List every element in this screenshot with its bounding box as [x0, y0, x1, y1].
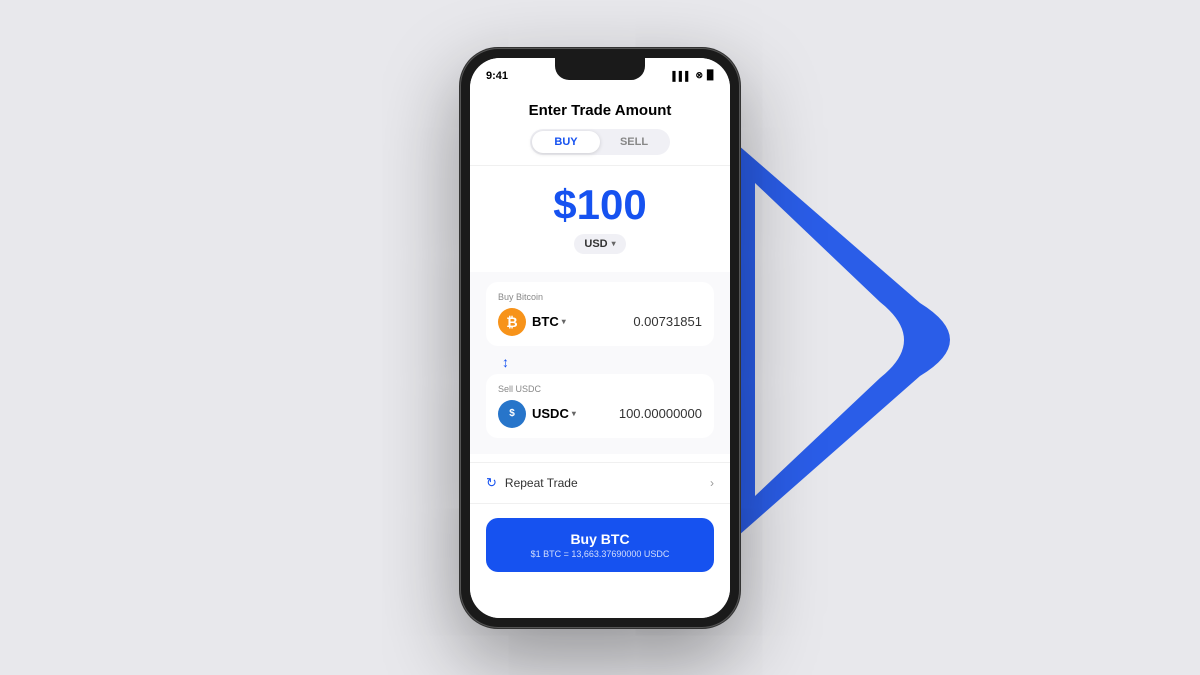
swap-icon[interactable]: ↕ — [502, 354, 509, 370]
btc-chevron-icon: ▾ — [562, 317, 566, 326]
buy-button-label: Buy BTC — [499, 531, 701, 547]
repeat-chevron-icon: › — [710, 476, 714, 490]
buy-pair-row: ₿ BTC ▾ 0.00731851 — [498, 308, 702, 336]
page-title: Enter Trade Amount — [486, 102, 714, 119]
repeat-icon: ↻ — [486, 475, 497, 491]
screen-content: Enter Trade Amount BUY SELL $100 USD ▾ — [470, 88, 730, 618]
amount-section: $100 USD ▾ — [470, 166, 730, 264]
btc-symbol: BTC — [532, 314, 559, 329]
usdc-name-row[interactable]: USDC ▾ — [532, 406, 576, 421]
btc-name-row[interactable]: BTC ▾ — [532, 314, 566, 329]
status-time: 9:41 — [486, 70, 508, 82]
wifi-icon: ⊗ — [696, 70, 704, 81]
buy-button-section: Buy BTC $1 BTC = 13,663.37690000 USDC — [470, 504, 730, 588]
btc-icon: ₿ — [498, 308, 526, 336]
buy-pair-card: Buy Bitcoin ₿ BTC ▾ 0.00731851 — [486, 282, 714, 346]
btc-amount: 0.00731851 — [633, 314, 702, 329]
phone-wrapper: 9:41 ▌▌▌ ⊗ ▉ Enter Trade Amount BUY SELL — [460, 48, 740, 628]
buy-button-rate: $1 BTC = 13,663.37690000 USDC — [499, 549, 701, 559]
buy-pair-left: ₿ BTC ▾ — [498, 308, 566, 336]
buy-sell-toggle: BUY SELL — [530, 129, 670, 155]
trade-amount: $100 — [486, 184, 714, 226]
repeat-trade-section[interactable]: ↻ Repeat Trade › — [470, 462, 730, 504]
status-icons: ▌▌▌ ⊗ ▉ — [672, 70, 714, 81]
phone-frame: 9:41 ▌▌▌ ⊗ ▉ Enter Trade Amount BUY SELL — [460, 48, 740, 628]
buy-tab[interactable]: BUY — [532, 131, 600, 153]
battery-icon: ▉ — [707, 70, 714, 81]
repeat-trade-label: Repeat Trade — [505, 476, 578, 490]
repeat-trade-left: ↻ Repeat Trade — [486, 475, 578, 491]
phone-notch — [555, 58, 645, 80]
currency-chevron-icon: ▾ — [612, 239, 616, 248]
usdc-amount: 100.00000000 — [619, 406, 702, 421]
sell-pair-left: $ USDC ▾ — [498, 400, 576, 428]
usdc-chevron-icon: ▾ — [572, 409, 576, 418]
usdc-icon: $ — [498, 400, 526, 428]
sell-pair-card: Sell USDC $ USDC ▾ 100.00000000 — [486, 374, 714, 438]
currency-label: USD — [584, 238, 607, 250]
buy-pair-label: Buy Bitcoin — [498, 292, 702, 302]
sell-pair-row: $ USDC ▾ 100.00000000 — [498, 400, 702, 428]
sell-pair-label: Sell USDC — [498, 384, 702, 394]
usdc-symbol: USDC — [532, 406, 569, 421]
swap-arrow-container: ↕ — [486, 352, 714, 374]
header-section: Enter Trade Amount BUY SELL — [470, 88, 730, 166]
trade-section: Buy Bitcoin ₿ BTC ▾ 0.00731851 — [470, 272, 730, 454]
phone-screen: 9:41 ▌▌▌ ⊗ ▉ Enter Trade Amount BUY SELL — [470, 58, 730, 618]
sell-tab[interactable]: SELL — [600, 131, 668, 153]
signal-icon: ▌▌▌ — [672, 71, 691, 81]
buy-btc-button[interactable]: Buy BTC $1 BTC = 13,663.37690000 USDC — [486, 518, 714, 572]
currency-selector[interactable]: USD ▾ — [574, 234, 625, 254]
